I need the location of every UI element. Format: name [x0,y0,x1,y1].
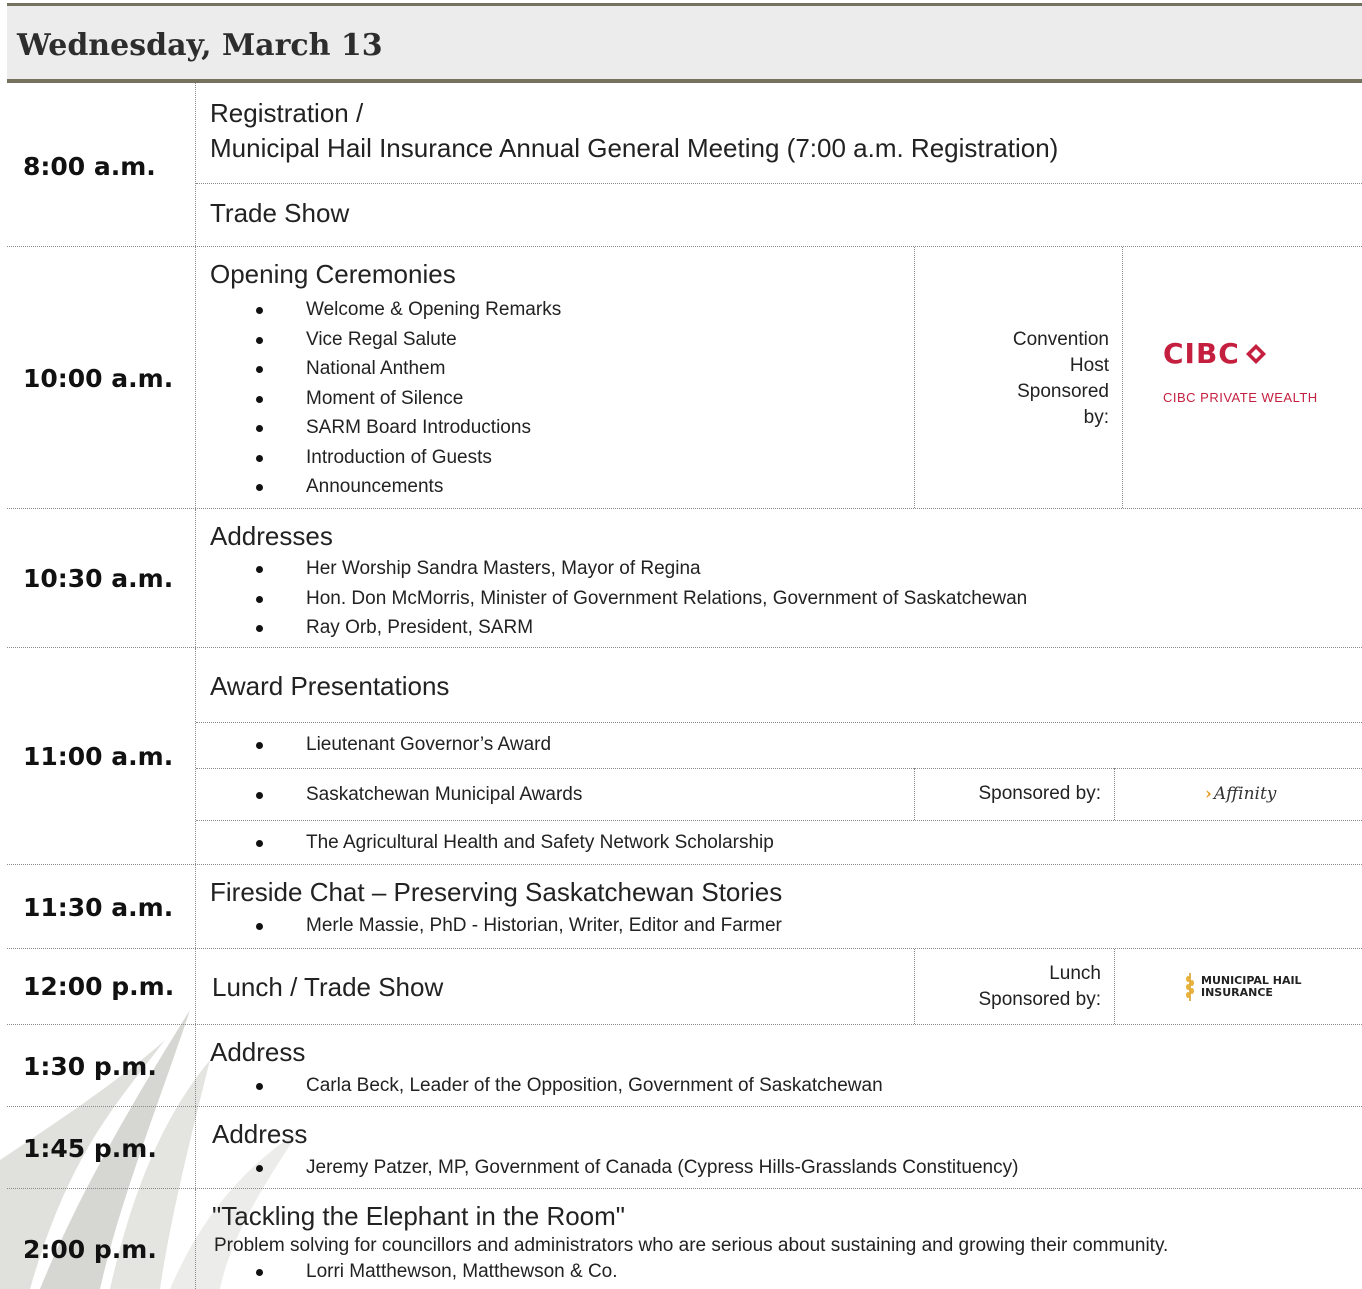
affinity-chevron-icon: › [1205,784,1212,804]
day-title: Wednesday, March 13 [17,28,383,63]
bullet-list: Lieutenant Governor’s Award [196,730,551,760]
list-item: Jeremy Patzer, MP, Government of Canada … [196,1153,1018,1183]
bullet-list: Welcome & Opening Remarks Vice Regal Sal… [196,295,561,502]
cibc-wordmark: CIBC [1163,337,1240,370]
time-label: 1:30 p.m. [23,1052,157,1081]
sponsor-label-line: Convention [1012,329,1109,350]
session-block: Registration / Municipal Hail Insurance … [196,83,1362,184]
session-content: Award Presentations Lieutenant Governor’… [196,648,1362,864]
list-item: Her Worship Sandra Masters, Mayor of Reg… [196,554,1027,584]
bullet-list: Carla Beck, Leader of the Opposition, Go… [196,1071,883,1101]
time-label: 11:30 a.m. [23,893,174,922]
list-item: Ray Orb, President, SARM [196,613,1027,643]
sponsor-label: Lunch Sponsored by: [978,961,1101,1013]
list-item: Announcements [196,472,561,502]
time-label: 10:30 a.m. [23,564,174,593]
list-item: Hon. Don McMorris, Minister of Governmen… [196,584,1027,614]
sponsor-logo-cell: CIBC CIBC PRIVATE WEALTH [1122,247,1362,508]
session-title: Fireside Chat – Preserving Saskatchewan … [210,877,783,907]
sponsor-label: Sponsored by: [978,783,1101,804]
list-item: National Anthem [196,354,561,384]
schedule-row: 10:30 a.m. Addresses Her Worship Sandra … [7,509,1362,648]
wheat-icon [1186,973,1194,1001]
session-title: Municipal Hail Insurance Annual General … [210,133,1059,163]
schedule-row: 1:30 p.m. Address Carla Beck, Leader of … [7,1025,1362,1107]
mhi-logo: MUNICIPAL HAIL INSURANCE [1185,971,1302,1003]
list-item: The Agricultural Health and Safety Netwo… [196,828,774,858]
session-block: Trade Show [196,183,1362,247]
sponsor-logo-cell: MUNICIPAL HAIL INSURANCE [1114,949,1362,1024]
session-block: The Agricultural Health and Safety Netwo… [196,820,1362,865]
schedule-row: 12:00 p.m. Lunch / Trade Show Lunch Spon… [7,949,1362,1025]
cibc-diamond-icon [1245,343,1266,364]
session-description: Problem solving for councillors and admi… [214,1235,1169,1256]
schedule-row: 8:00 a.m. Registration / Municipal Hail … [7,83,1362,247]
session-title: Opening Ceremonies [210,259,456,289]
session-title: Trade Show [210,198,350,228]
session-content: Fireside Chat – Preserving Saskatchewan … [196,865,1362,948]
list-item: Lieutenant Governor’s Award [196,730,551,760]
session-title: "Tackling the Elephant in the Room" [212,1201,626,1231]
sponsor-label-cell: Lunch Sponsored by: [914,949,1115,1024]
list-item: Welcome & Opening Remarks [196,295,561,325]
session-block: Lieutenant Governor’s Award [196,722,1362,769]
sponsor-label-line: Host [1069,355,1109,376]
bullet-list: The Agricultural Health and Safety Netwo… [196,828,774,858]
sponsor-label-line: Sponsored [1017,381,1109,402]
session-block: Award Presentations [196,648,1362,723]
mhi-line2: INSURANCE [1201,986,1273,999]
list-item: Moment of Silence [196,384,561,414]
session-content: Addresses Her Worship Sandra Masters, Ma… [196,509,1362,647]
schedule-row: 10:00 a.m. Opening Ceremonies Welcome & … [7,247,1362,509]
session-title: Registration / [210,98,364,128]
session-title: Lunch / Trade Show [212,972,444,1002]
time-label: 12:00 p.m. [23,972,175,1001]
schedule-row: 11:00 a.m. Award Presentations Lieutenan… [7,648,1362,865]
schedule-row: 11:30 a.m. Fireside Chat – Preserving Sa… [7,865,1362,949]
cibc-subtitle: CIBC PRIVATE WEALTH [1163,390,1318,405]
time-label: 11:00 a.m. [23,742,174,771]
time-label: 8:00 a.m. [23,152,156,181]
session-title: Address [212,1119,308,1149]
sponsor-label-cell: Sponsored by: [914,768,1115,820]
list-item: Vice Regal Salute [196,325,561,355]
list-item: SARM Board Introductions [196,413,561,443]
schedule-row: 1:45 p.m. Address Jeremy Patzer, MP, Gov… [7,1107,1362,1189]
bullet-list: Saskatchewan Municipal Awards [196,780,582,810]
list-item: Carla Beck, Leader of the Opposition, Go… [196,1071,883,1101]
sponsor-label-line: by: [1083,407,1109,428]
session-title: Address [210,1037,306,1067]
session-title: Award Presentations [210,671,450,701]
sponsor-label-line: Lunch [1049,963,1101,984]
time-label: 10:00 a.m. [23,364,174,393]
session-block: Saskatchewan Municipal Awards Sponsored … [196,768,1362,821]
session-title: Addresses [210,521,333,551]
time-label: 1:45 p.m. [23,1134,157,1163]
bullet-list: Merle Massie, PhD - Historian, Writer, E… [196,911,782,941]
affinity-logo: › Affinity [1205,784,1276,804]
bullet-list: Lorri Matthewson, Matthewson & Co. [196,1257,618,1287]
session-content: Address Jeremy Patzer, MP, Government of… [196,1107,1362,1188]
sponsor-label-cell: Convention Host Sponsored by: [914,247,1123,508]
schedule-table: 8:00 a.m. Registration / Municipal Hail … [7,83,1362,1289]
bullet-list: Jeremy Patzer, MP, Government of Canada … [196,1153,1018,1183]
time-label: 2:00 p.m. [23,1235,157,1264]
sponsor-label-line: Sponsored by: [978,989,1101,1010]
session-content: Lunch / Trade Show Lunch Sponsored by: M… [196,949,1362,1024]
affinity-wordmark: Affinity [1213,784,1277,804]
schedule-row: 2:00 p.m. "Tackling the Elephant in the … [7,1189,1362,1289]
session-content: Registration / Municipal Hail Insurance … [196,83,1362,246]
session-content: Address Carla Beck, Leader of the Opposi… [196,1025,1362,1106]
sponsor-label: Convention Host Sponsored by: [1013,327,1109,431]
list-item: Lorri Matthewson, Matthewson & Co. [196,1257,618,1287]
list-item: Merle Massie, PhD - Historian, Writer, E… [196,911,782,941]
bullet-list: Her Worship Sandra Masters, Mayor of Reg… [196,554,1027,643]
day-header: Wednesday, March 13 [7,3,1362,83]
session-content: Opening Ceremonies Welcome & Opening Rem… [196,247,1362,508]
session-content: "Tackling the Elephant in the Room" Prob… [196,1189,1362,1289]
cibc-logo: CIBC CIBC PRIVATE WEALTH [1163,337,1323,405]
list-item: Saskatchewan Municipal Awards [196,780,582,810]
sponsor-logo-cell: › Affinity [1114,768,1362,820]
list-item: Introduction of Guests [196,443,561,473]
